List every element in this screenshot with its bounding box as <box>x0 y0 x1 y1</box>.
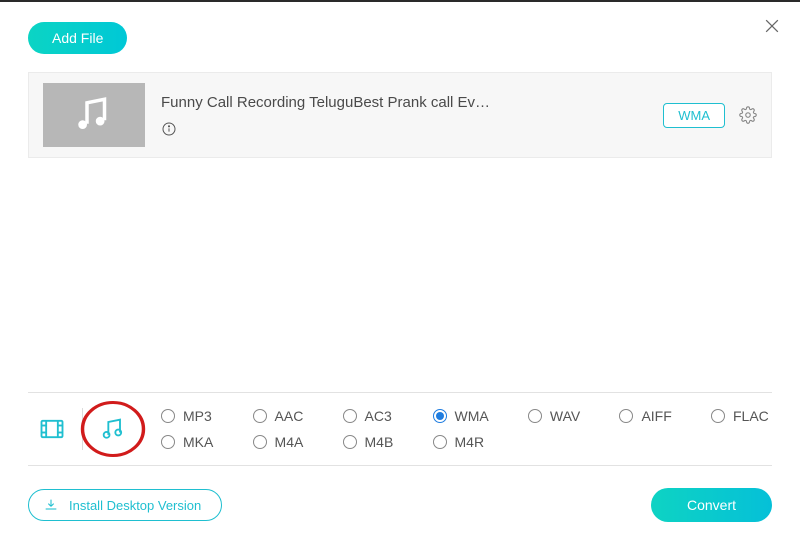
file-item: Funny Call Recording TeluguBest Prank ca… <box>28 72 772 158</box>
separator <box>82 408 83 450</box>
format-option-wav[interactable]: WAV <box>528 408 584 424</box>
format-label: MP3 <box>183 408 212 424</box>
format-option-m4a[interactable]: M4A <box>253 434 307 450</box>
format-label: AC3 <box>365 408 392 424</box>
format-label: M4A <box>275 434 304 450</box>
format-option-wma[interactable]: WMA <box>433 408 492 424</box>
audio-tab-icon[interactable] <box>89 405 137 453</box>
format-option-ac3[interactable]: AC3 <box>343 408 397 424</box>
output-format-badge[interactable]: WMA <box>663 103 725 128</box>
format-option-flac[interactable]: FLAC <box>711 408 772 424</box>
format-label: MKA <box>183 434 213 450</box>
audio-thumbnail <box>43 83 145 147</box>
format-option-mp3[interactable]: MP3 <box>161 408 217 424</box>
video-tab-icon[interactable] <box>28 405 76 453</box>
format-option-aiff[interactable]: AIFF <box>619 408 675 424</box>
format-option-m4b[interactable]: M4B <box>343 434 397 450</box>
close-icon[interactable] <box>762 16 782 36</box>
format-label: M4B <box>365 434 394 450</box>
format-label: WAV <box>550 408 580 424</box>
format-panel: MP3 AAC AC3 WMA WAV AIFF FLAC MKA M4A M4B M4R <box>28 392 772 466</box>
format-label: AAC <box>275 408 304 424</box>
convert-button[interactable]: Convert <box>651 488 772 522</box>
download-icon <box>43 497 59 513</box>
format-option-aac[interactable]: AAC <box>253 408 307 424</box>
format-label: WMA <box>455 408 489 424</box>
format-label: M4R <box>455 434 485 450</box>
format-label: AIFF <box>641 408 671 424</box>
install-desktop-label: Install Desktop Version <box>69 498 201 513</box>
format-option-m4r[interactable]: M4R <box>433 434 492 450</box>
file-title: Funny Call Recording TeluguBest Prank ca… <box>161 94 647 111</box>
format-label: FLAC <box>733 408 769 424</box>
install-desktop-button[interactable]: Install Desktop Version <box>28 489 222 521</box>
add-file-button[interactable]: Add File <box>28 22 127 54</box>
info-icon[interactable] <box>161 121 177 137</box>
gear-icon[interactable] <box>739 106 757 124</box>
format-option-mka[interactable]: MKA <box>161 434 217 450</box>
